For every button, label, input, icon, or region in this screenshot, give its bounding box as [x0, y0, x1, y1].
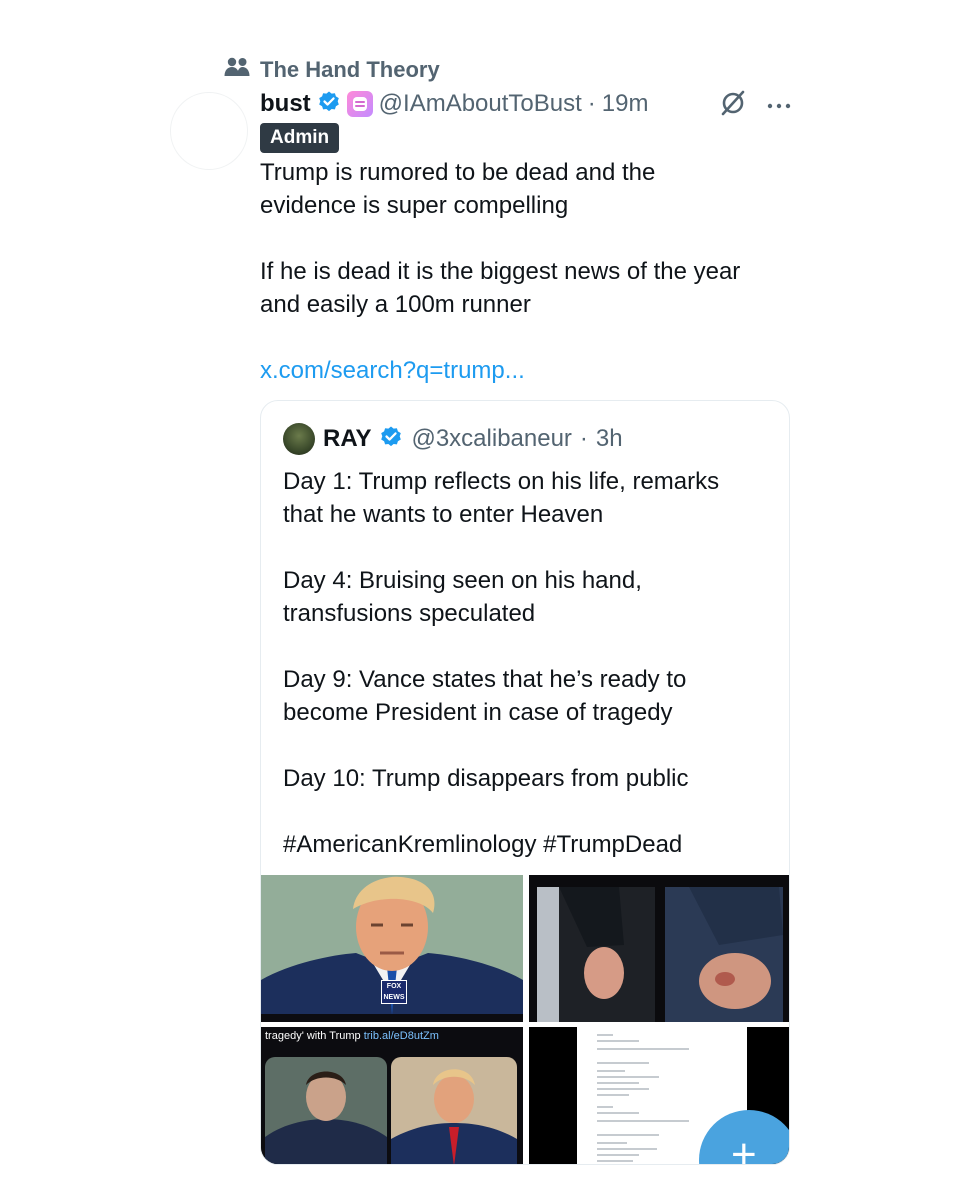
- search-link[interactable]: x.com/search?q=trump...: [260, 354, 800, 387]
- quote-header: RAY @3xcalibaneur · 3h: [283, 423, 623, 455]
- quote-line: transfusions speculated: [283, 600, 536, 627]
- caption-text: tragedy' with Trump: [265, 1030, 364, 1042]
- quote-line: Day 9: Vance states that he’s ready to: [283, 666, 687, 693]
- media-image-portrait[interactable]: FOX NEWS: [261, 875, 523, 1022]
- verified-badge-icon: [379, 425, 403, 454]
- media-caption: tragedy' with Trump trib.al/eD8utZm: [265, 1030, 439, 1042]
- quote-line: become President in case of tragedy: [283, 699, 673, 726]
- post-header: bust @IAmAboutToBust · 19m: [260, 88, 648, 120]
- people-icon: [224, 56, 250, 83]
- post-actions: [718, 88, 792, 123]
- media-image-two-men[interactable]: tragedy' with Trump trib.al/eD8utZm: [261, 1027, 523, 1164]
- community-label[interactable]: The Hand Theory: [224, 56, 440, 83]
- affiliate-badge-icon[interactable]: [346, 91, 373, 117]
- quoted-post[interactable]: RAY @3xcalibaneur · 3h Day 1: Trump refl…: [260, 400, 790, 1165]
- media-grid: FOX NEWS tragedy' with Trump trib.al/eD8…: [261, 875, 789, 1165]
- post-line: evidence is super compelling: [260, 192, 569, 219]
- post-line: If he is dead it is the biggest news of …: [260, 258, 741, 285]
- quote-avatar[interactable]: [283, 423, 315, 455]
- quote-line: Day 4: Bruising seen on his hand,: [283, 567, 642, 594]
- author-handle[interactable]: @IAmAboutToBust: [379, 90, 582, 118]
- network-logo: FOX NEWS: [381, 980, 407, 1004]
- separator-dot: ·: [579, 425, 588, 452]
- separator-dot: ·: [587, 90, 596, 117]
- author-name[interactable]: bust: [260, 90, 311, 118]
- author-avatar[interactable]: [170, 92, 248, 170]
- quote-handle[interactable]: @3xcalibaneur: [411, 425, 571, 453]
- quote-text: Day 1: Trump reflects on his life, remar…: [283, 465, 773, 861]
- media-image-hands[interactable]: [529, 875, 789, 1022]
- caption-link[interactable]: trib.al/eD8utZm: [364, 1030, 439, 1042]
- quote-time[interactable]: 3h: [596, 425, 623, 453]
- post-text: Trump is rumored to be dead and the evid…: [260, 156, 800, 387]
- quote-line: that he wants to enter Heaven: [283, 501, 604, 528]
- community-name: The Hand Theory: [260, 56, 440, 82]
- quote-line: Day 10: Trump disappears from public: [283, 765, 689, 792]
- grok-icon[interactable]: [718, 88, 748, 123]
- plus-icon: +: [731, 1130, 757, 1165]
- verified-badge-icon: [317, 90, 341, 119]
- quote-line: Day 1: Trump reflects on his life, remar…: [283, 468, 720, 495]
- post-line: and easily a 100m runner: [260, 291, 531, 318]
- more-icon[interactable]: [766, 97, 792, 115]
- post-time[interactable]: 19m: [602, 90, 649, 118]
- admin-badge: Admin: [260, 123, 340, 153]
- quote-author-name[interactable]: RAY: [323, 425, 371, 453]
- post-line: Trump is rumored to be dead and the: [260, 159, 656, 186]
- hashtags[interactable]: #AmericanKremlinology #TrumpDead: [283, 828, 773, 861]
